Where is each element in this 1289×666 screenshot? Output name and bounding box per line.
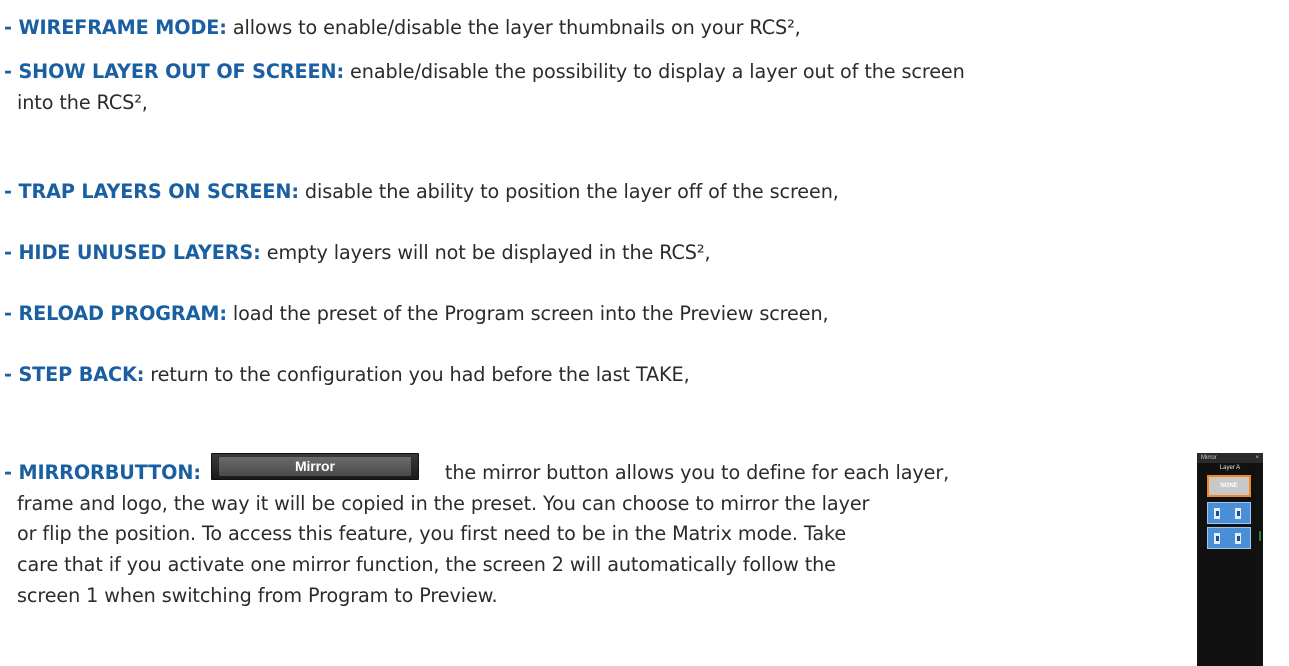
- term-label: MIRRORBUTTON:: [18, 461, 201, 484]
- bullet-dash: -: [4, 461, 19, 484]
- layer-label: Layer A: [1219, 465, 1241, 471]
- mirror-button[interactable]: Mirror: [210, 453, 419, 480]
- screen-glyph-icon: [1237, 536, 1240, 541]
- term-label: STEP BACK:: [18, 363, 145, 386]
- scroll-indicator: [1259, 531, 1261, 541]
- list-item-show-layer-out-of-screen: - SHOW LAYER OUT OF SCREEN: enable/disab…: [4, 56, 965, 118]
- mirror-panel-screenshot: Mirror × Layer A NONE: [1197, 453, 1263, 666]
- mirror-button-label: Mirror: [218, 457, 411, 476]
- bullet-dash: -: [4, 60, 19, 83]
- mirror-first-line: - MIRRORBUTTON: Mirror the mirror button a…: [4, 453, 1184, 489]
- bullet-dash: -: [4, 302, 19, 325]
- term-label: HIDE UNUSED LAYERS:: [18, 241, 261, 264]
- flip-position-button[interactable]: [1207, 527, 1251, 549]
- term-label: WIREFRAME MODE:: [18, 16, 227, 39]
- list-item-reload-program: - RELOAD PROGRAM: load the preset of the…: [4, 298, 829, 329]
- term-label: SHOW LAYER OUT OF SCREEN:: [18, 60, 345, 83]
- none-button[interactable]: NONE: [1207, 475, 1251, 497]
- term-label: RELOAD PROGRAM:: [18, 302, 227, 325]
- term-description: allows to enable/disable the layer thumb…: [226, 16, 801, 39]
- term-description: disable the ability to position the laye…: [298, 180, 839, 203]
- screen-glyph-icon: [1216, 536, 1219, 541]
- mirror-panel-title: Mirror: [1201, 455, 1217, 461]
- term-description: load the preset of the Program screen in…: [226, 302, 829, 325]
- term-description: enable/disable the possibility to displa…: [344, 60, 965, 83]
- mirror-description-line: frame and logo, the way it will be copie…: [17, 491, 870, 515]
- term-description-continued: into the RCS²,: [17, 91, 148, 114]
- list-item-step-back: - STEP BACK: return to the configuration…: [4, 359, 690, 390]
- close-icon[interactable]: ×: [1255, 453, 1259, 463]
- screen-glyph-icon: [1237, 511, 1240, 516]
- mirror-description-line: screen 1 when switching from Program to …: [17, 583, 498, 607]
- term-label: TRAP LAYERS ON SCREEN:: [18, 180, 299, 203]
- term-description: return to the configuration you had befo…: [144, 363, 690, 386]
- screen-glyph-icon: [1216, 511, 1219, 516]
- bullet-dash: -: [4, 16, 19, 39]
- bullet-dash: -: [4, 241, 19, 264]
- document-page: - WIREFRAME MODE: allows to enable/disab…: [0, 0, 1289, 666]
- mirror-layer-button[interactable]: [1207, 502, 1251, 524]
- list-item-wireframe-mode: - WIREFRAME MODE: allows to enable/disab…: [4, 12, 801, 43]
- bullet-dash: -: [4, 363, 19, 386]
- list-item-trap-layers-on-screen: - TRAP LAYERS ON SCREEN: disable the abi…: [4, 176, 839, 207]
- mirror-description-line: or flip the position. To access this fea…: [17, 522, 847, 546]
- mirror-description-line: care that if you activate one mirror fun…: [17, 553, 836, 577]
- list-item-mirror-button: - MIRRORBUTTON: Mirror the mirror button a…: [4, 453, 1184, 612]
- mirror-panel-titlebar: Mirror ×: [1197, 453, 1263, 463]
- term-description: the mirror button allows you to define f…: [444, 461, 950, 484]
- list-item-hide-unused-layers: - HIDE UNUSED LAYERS: empty layers will …: [4, 237, 711, 268]
- term-description: empty layers will not be displayed in th…: [260, 241, 711, 264]
- bullet-dash: -: [4, 180, 19, 203]
